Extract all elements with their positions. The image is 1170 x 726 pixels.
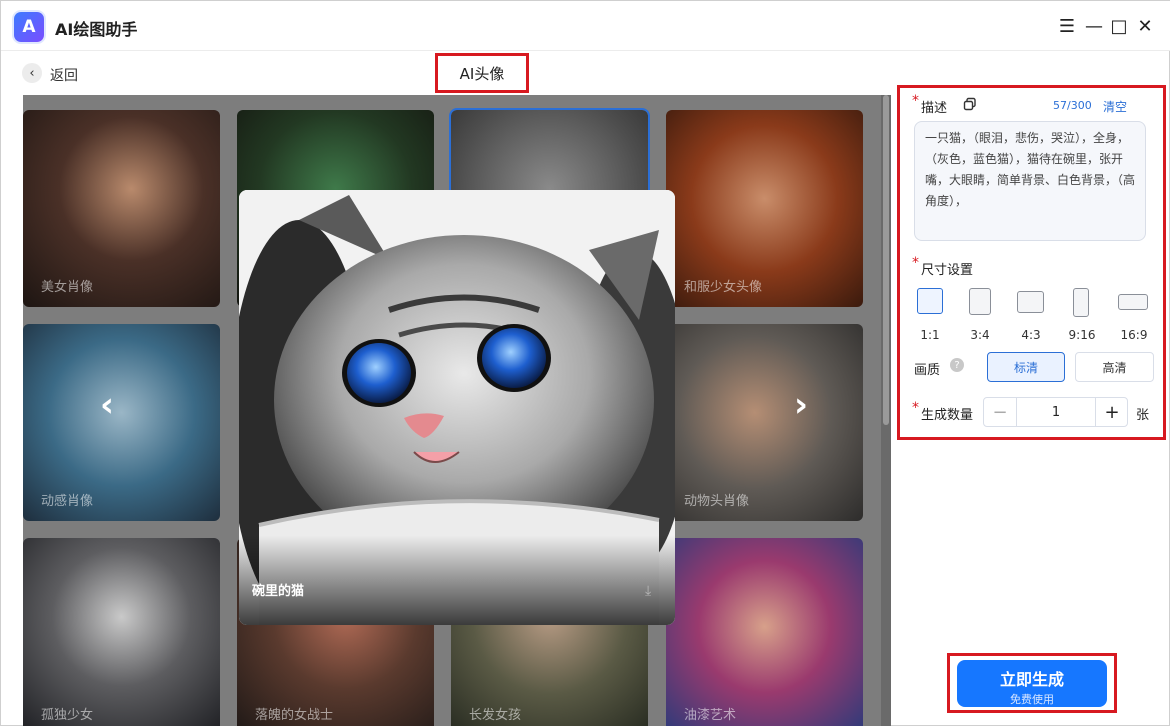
app-title: AI绘图助手 [55, 20, 138, 39]
size-label: 尺寸设置 [921, 263, 974, 278]
prev-arrow-icon[interactable]: ‹ [100, 385, 114, 425]
increment-button[interactable]: + [1096, 398, 1128, 426]
ratio-label: 9:16 [1068, 328, 1096, 342]
gallery-scrollbar[interactable] [881, 95, 891, 726]
ratio-label: 4:3 [1021, 328, 1041, 342]
count-unit: 张 [1136, 408, 1150, 423]
next-arrow-icon[interactable]: › [794, 385, 808, 425]
card-label: 动感肖像 [41, 494, 94, 509]
generate-button[interactable]: 立即生成 免费使用 [957, 660, 1107, 707]
quality-standard-button[interactable]: 标清 [987, 352, 1065, 382]
card-label: 和服少女头像 [684, 280, 763, 295]
minimize-button[interactable]: — [1084, 15, 1104, 37]
ratio-shape [1118, 294, 1148, 310]
ratio-label: 3:4 [970, 328, 990, 342]
ratio-shape [969, 288, 991, 315]
char-count: 57/300 [1053, 99, 1092, 112]
ratio-option-1-1[interactable] [915, 288, 945, 314]
app-logo-icon: A [14, 12, 44, 42]
decrement-button[interactable]: − [984, 398, 1016, 426]
settings-panel: * 描述 57/300 清空 一只猫，（眼泪，悲伤，哭泣），全身，（灰色，蓝色猫… [897, 85, 1166, 440]
menu-icon[interactable]: ☰ [1057, 15, 1077, 37]
page-title: AI头像 [435, 53, 529, 93]
back-arrow-icon[interactable]: ‹ [22, 63, 42, 83]
desc-label: 描述 [921, 101, 948, 116]
quantity-stepper: − 1 + [983, 397, 1128, 427]
ratio-shape [1016, 291, 1044, 313]
card-label: 长发女孩 [469, 708, 522, 723]
app-logo-text: A [22, 17, 36, 37]
card-label: 油漆艺术 [684, 708, 737, 723]
ratio-option-9-16[interactable] [1066, 288, 1096, 317]
ratio-option-16-9[interactable] [1118, 288, 1148, 310]
style-card[interactable]: 和服少女头像 [666, 110, 863, 307]
quantity-input[interactable]: 1 [1016, 398, 1096, 426]
ratio-option-3-4[interactable] [965, 288, 995, 315]
ratio-shape [1073, 288, 1089, 317]
generate-highlight: 立即生成 免费使用 [947, 653, 1117, 713]
copy-icon[interactable] [963, 97, 977, 111]
style-card[interactable]: 油漆艺术 [666, 538, 863, 726]
style-card[interactable]: 动物头肖像 [666, 324, 863, 521]
ratio-label: 16:9 [1120, 328, 1148, 342]
close-button[interactable]: ✕ [1135, 15, 1155, 37]
help-icon[interactable]: ? [950, 358, 964, 372]
required-mark: * [912, 93, 919, 109]
back-button[interactable]: 返回 [50, 65, 78, 85]
caption-gradient [239, 535, 675, 625]
maximize-button[interactable]: □ [1109, 15, 1129, 37]
card-label: 美女肖像 [41, 280, 94, 295]
generate-sublabel: 免费使用 [1010, 693, 1054, 706]
required-mark: * [912, 400, 919, 416]
style-card[interactable]: 孤独少女 [23, 538, 220, 726]
preview-image: 碗里的猫 ⤓ [239, 190, 675, 625]
app-window: A AI绘图助手 ☰ — □ ✕ ‹ 返回 AI头像 美女肖像 和服少女头像 动… [0, 0, 1170, 726]
scroll-thumb[interactable] [883, 95, 889, 425]
clear-button[interactable]: 清空 [1103, 98, 1127, 115]
card-label: 动物头肖像 [684, 494, 750, 509]
card-label: 孤独少女 [41, 708, 94, 723]
ratio-label: 1:1 [920, 328, 940, 342]
generate-label: 立即生成 [999, 670, 1064, 689]
style-card[interactable]: 美女肖像 [23, 110, 220, 307]
ratio-option-4-3[interactable] [1015, 288, 1045, 313]
style-card[interactable]: 动感肖像 [23, 324, 220, 521]
card-label: 落魄的女战士 [255, 708, 334, 723]
quality-label: 画质 [914, 363, 941, 378]
count-label: 生成数量 [921, 408, 974, 423]
ratio-shape [917, 288, 943, 314]
required-mark: * [912, 255, 919, 271]
download-icon[interactable]: ⤓ [645, 583, 661, 599]
preview-caption: 碗里的猫 [252, 584, 305, 599]
title-bar: A AI绘图助手 ☰ — □ ✕ [1, 1, 1170, 51]
description-input[interactable]: 一只猫，（眼泪，悲伤，哭泣），全身，（灰色，蓝色猫），猫待在碗里，张开嘴，大眼睛… [914, 121, 1146, 241]
quality-hd-button[interactable]: 高清 [1075, 352, 1154, 382]
